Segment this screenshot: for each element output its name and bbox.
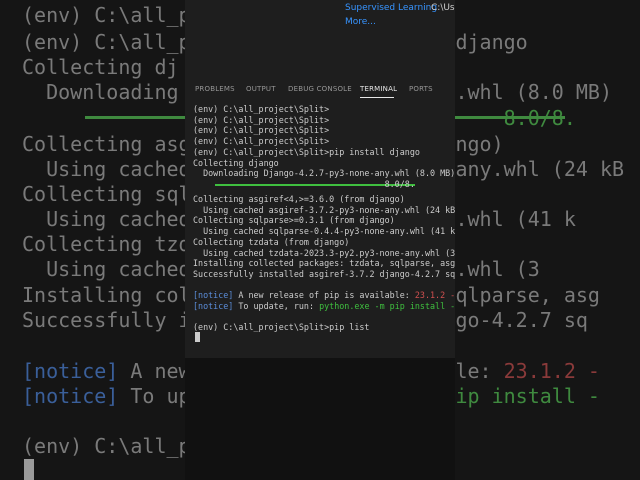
terminal-line: Using cached sqlparse-0.4.4-py3-none-any… — [193, 226, 455, 237]
more-link[interactable]: More... — [345, 17, 376, 27]
recent-link-supervised-learning[interactable]: Supervised Learning — [345, 3, 437, 13]
terminal-line: Installing collected packages: tzdata, s… — [193, 258, 455, 269]
terminal-output[interactable]: (env) C:\all_project\Split> (env) C:\all… — [193, 104, 455, 350]
notice-text: A new release of pip is available: — [233, 290, 415, 300]
notice-line: [notice] A new release of pip is availab… — [193, 290, 455, 301]
tab-terminal[interactable]: TERMINAL — [360, 85, 397, 93]
terminal-line: (env) C:\all_project\Split> — [193, 136, 330, 147]
below-panel-area — [185, 358, 455, 480]
tab-output[interactable]: OUTPUT — [246, 85, 276, 93]
terminal-line: Downloading Django-4.2.7-py3-none-any.wh… — [193, 168, 455, 179]
tab-debug-console[interactable]: DEBUG CONSOLE — [288, 85, 352, 93]
terminal-prompt-line: (env) C:\all_project\Split>pip list — [193, 322, 370, 332]
bg-line: (env) C:\all_p — [22, 434, 191, 458]
recent-path: C:\Use — [431, 3, 455, 13]
panel-tabs: PROBLEMS OUTPUT DEBUG CONSOLE TERMINAL P… — [185, 78, 455, 100]
notice-tag: [notice] — [193, 300, 234, 311]
notice-line: [notice] To update, run: python.exe -m p… — [193, 301, 455, 312]
terminal-line: Collecting tzdata (from django) — [193, 236, 350, 247]
vscode-panel: Supervised Learning C:\Use More... PROBL… — [185, 0, 455, 480]
tab-problems[interactable]: PROBLEMS — [195, 85, 235, 93]
terminal-cursor — [195, 332, 200, 342]
bg-line: Collecting sql — [22, 182, 191, 206]
terminal-line: (env) C:\all_project\Split> — [193, 104, 330, 114]
terminal-line: (env) C:\all_project\Split> — [193, 114, 330, 125]
pip-version: 23.1.2 - — [414, 290, 455, 300]
bg-line: Collecting dj — [22, 55, 179, 79]
terminal-line: (env) C:\all_project\Split>pip install d… — [193, 146, 420, 157]
terminal-line: Using cached tzdata-2023.3-py2.py3-none-… — [193, 247, 455, 258]
tab-ports[interactable]: PORTS — [409, 85, 433, 93]
terminal-line: 8.0/8. — [193, 178, 415, 189]
bg-line: Collecting tzd — [22, 232, 191, 256]
terminal-line: Collecting sqlparse>=0.3.1 (from django) — [193, 215, 395, 226]
terminal-line: Successfully installed asgiref-3.7.2 dja… — [193, 268, 455, 279]
update-command: python.exe -m pip install - — [319, 300, 455, 311]
welcome-recent-area: Supervised Learning C:\Use More... — [185, 0, 455, 75]
bg-cursor — [24, 459, 34, 480]
terminal-line: Collecting django — [193, 157, 279, 168]
notice-tag: [notice] — [193, 290, 234, 300]
terminal-line: (env) C:\all_project\Split> — [193, 125, 330, 136]
active-tab-indicator — [360, 97, 394, 98]
notice-text: To update, run: — [233, 300, 320, 311]
terminal-line: Collecting asgiref<4,>=3.6.0 (from djang… — [193, 194, 405, 204]
terminal-line: Using cached asgiref-3.7.2-py3-none-any.… — [193, 204, 455, 215]
